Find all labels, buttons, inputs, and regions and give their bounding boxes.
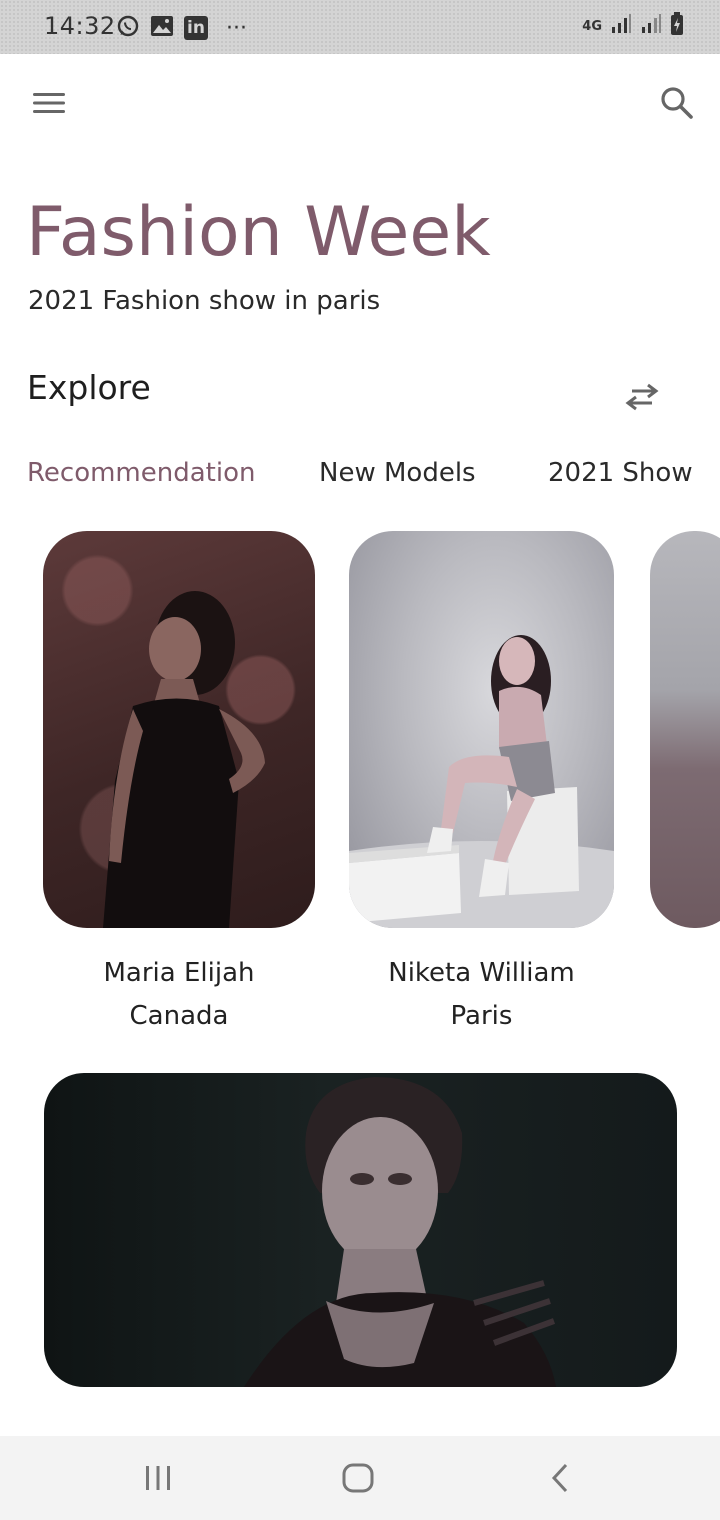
- model-photo-maria-elijah[interactable]: [43, 531, 315, 928]
- recent-apps-icon: [146, 1466, 170, 1490]
- back-icon: [551, 1463, 568, 1493]
- featured-banner[interactable]: [44, 1073, 677, 1387]
- model-photo-3[interactable]: [650, 531, 720, 928]
- home-icon: [342, 1463, 374, 1493]
- page-subtitle: 2021 Fashion show in paris: [28, 286, 381, 316]
- swap-arrows-icon: [625, 383, 659, 411]
- hamburger-menu-icon: [33, 93, 65, 113]
- status-time: 14:32: [44, 12, 116, 40]
- battery-charging-icon: [670, 12, 684, 40]
- swap-toggle-button[interactable]: [620, 376, 664, 418]
- model-location-2: Paris: [450, 1001, 513, 1031]
- hamburger-menu-button[interactable]: [26, 82, 72, 124]
- home-button[interactable]: [334, 1456, 382, 1500]
- tab-recommendation[interactable]: Recommendation: [27, 458, 255, 488]
- notification-icons: in ···: [116, 14, 247, 42]
- status-bar: 14:32 in ··· 4G: [0, 0, 720, 54]
- model-name-1: Maria Elijah: [103, 958, 255, 988]
- recent-apps-button[interactable]: [134, 1456, 182, 1500]
- system-icons: 4G: [582, 12, 684, 40]
- linkedin-icon: in: [184, 16, 208, 40]
- back-button[interactable]: [536, 1456, 584, 1500]
- gallery-icon: [150, 15, 174, 41]
- search-button[interactable]: [654, 80, 700, 126]
- model-photo-niketa-william[interactable]: [349, 531, 614, 928]
- page-title: Fashion Week: [26, 193, 491, 272]
- network-4g-icon: 4G: [582, 18, 602, 34]
- more-dots-icon: ···: [226, 15, 247, 41]
- signal-icon: [610, 13, 632, 39]
- model-name-2: Niketa William: [388, 958, 575, 988]
- whatsapp-icon: [116, 14, 140, 42]
- app-screen: 14:32 in ··· 4G Fashion Week 2021 Fashio…: [0, 0, 720, 1520]
- tab-2021-show[interactable]: 2021 Show: [548, 458, 693, 488]
- model-silhouette: [103, 591, 265, 928]
- tab-new-models[interactable]: New Models: [319, 458, 476, 488]
- signal-icon: [640, 13, 662, 39]
- explore-heading: Explore: [27, 368, 151, 407]
- model-silhouette: [349, 635, 614, 928]
- featured-portrait: [244, 1077, 556, 1387]
- search-icon: [661, 87, 693, 119]
- model-location-1: Canada: [129, 1001, 229, 1031]
